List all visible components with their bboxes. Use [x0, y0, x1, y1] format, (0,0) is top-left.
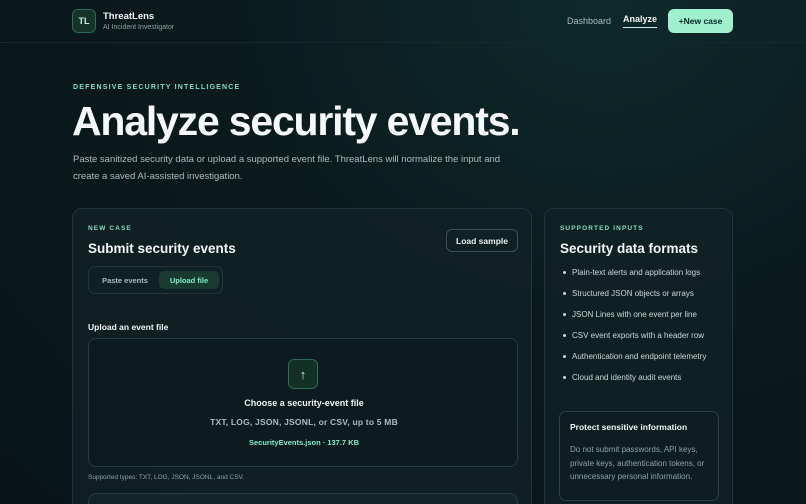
- upload-arrow-icon[interactable]: ↑: [288, 359, 318, 389]
- formats-list: Plain-text alerts and application logs S…: [562, 266, 722, 392]
- new-case-title: Submit security events: [88, 241, 236, 256]
- file-dropzone[interactable]: ↑ Choose a security-event file TXT, LOG,…: [88, 338, 518, 467]
- brand-name[interactable]: ThreatLens: [103, 11, 154, 22]
- tab-paste-events[interactable]: Paste events: [93, 271, 157, 289]
- list-item: Plain-text alerts and application logs: [562, 266, 722, 280]
- upload-field-label: Upload an event file: [88, 322, 169, 332]
- new-case-button[interactable]: +New case: [668, 9, 733, 33]
- list-item: Cloud and identity audit events: [562, 371, 722, 385]
- list-item: JSON Lines with one event per line: [562, 308, 722, 322]
- logo-icon[interactable]: TL: [72, 9, 96, 33]
- list-item: Authentication and endpoint telemetry: [562, 350, 722, 364]
- supported-inputs-title: Security data formats: [560, 241, 699, 256]
- tab-upload-file[interactable]: Upload file: [159, 271, 219, 289]
- brand-subtitle: AI Incident Investigator: [103, 24, 175, 31]
- dropzone-file-types: TXT, LOG, JSON, JSONL, or CSV, up to 5 M…: [210, 417, 398, 427]
- supported-inputs-card: SUPPORTED INPUTS Security data formats P…: [544, 208, 733, 504]
- next-form-field[interactable]: [88, 493, 518, 504]
- input-mode-tabs: Paste events Upload file: [88, 266, 223, 294]
- supported-types-note: Supported types: TXT, LOG, JSON, JSONL, …: [88, 474, 245, 481]
- hero-description: Paste sanitized security data or upload …: [73, 154, 501, 182]
- new-case-eyebrow: NEW CASE: [88, 225, 132, 232]
- protect-info-box: Protect sensitive information Do not sub…: [559, 411, 719, 501]
- hero-eyebrow: DEFENSIVE SECURITY INTELLIGENCE: [73, 84, 241, 91]
- list-item: Structured JSON objects or arrays: [562, 287, 722, 301]
- selected-file-info: SecurityEvents.json · 137.7 KB: [248, 438, 360, 447]
- load-sample-button[interactable]: Load sample: [446, 229, 518, 252]
- new-case-card: NEW CASE Submit security events Load sam…: [72, 208, 532, 504]
- page-title: Analyze security events.: [72, 98, 521, 144]
- list-item: CSV event exports with a header row: [562, 329, 722, 343]
- supported-inputs-eyebrow: SUPPORTED INPUTS: [560, 225, 644, 232]
- nav-link-dashboard[interactable]: Dashboard: [567, 16, 611, 26]
- nav-link-analyze[interactable]: Analyze: [623, 14, 658, 28]
- protect-title: Protect sensitive information: [570, 422, 688, 432]
- dropzone-title: Choose a security-event file: [244, 398, 364, 408]
- protect-text: Do not submit passwords, API keys, priva…: [570, 445, 705, 481]
- top-navigation-bar: TL ThreatLens AI Incident Investigator D…: [0, 0, 806, 43]
